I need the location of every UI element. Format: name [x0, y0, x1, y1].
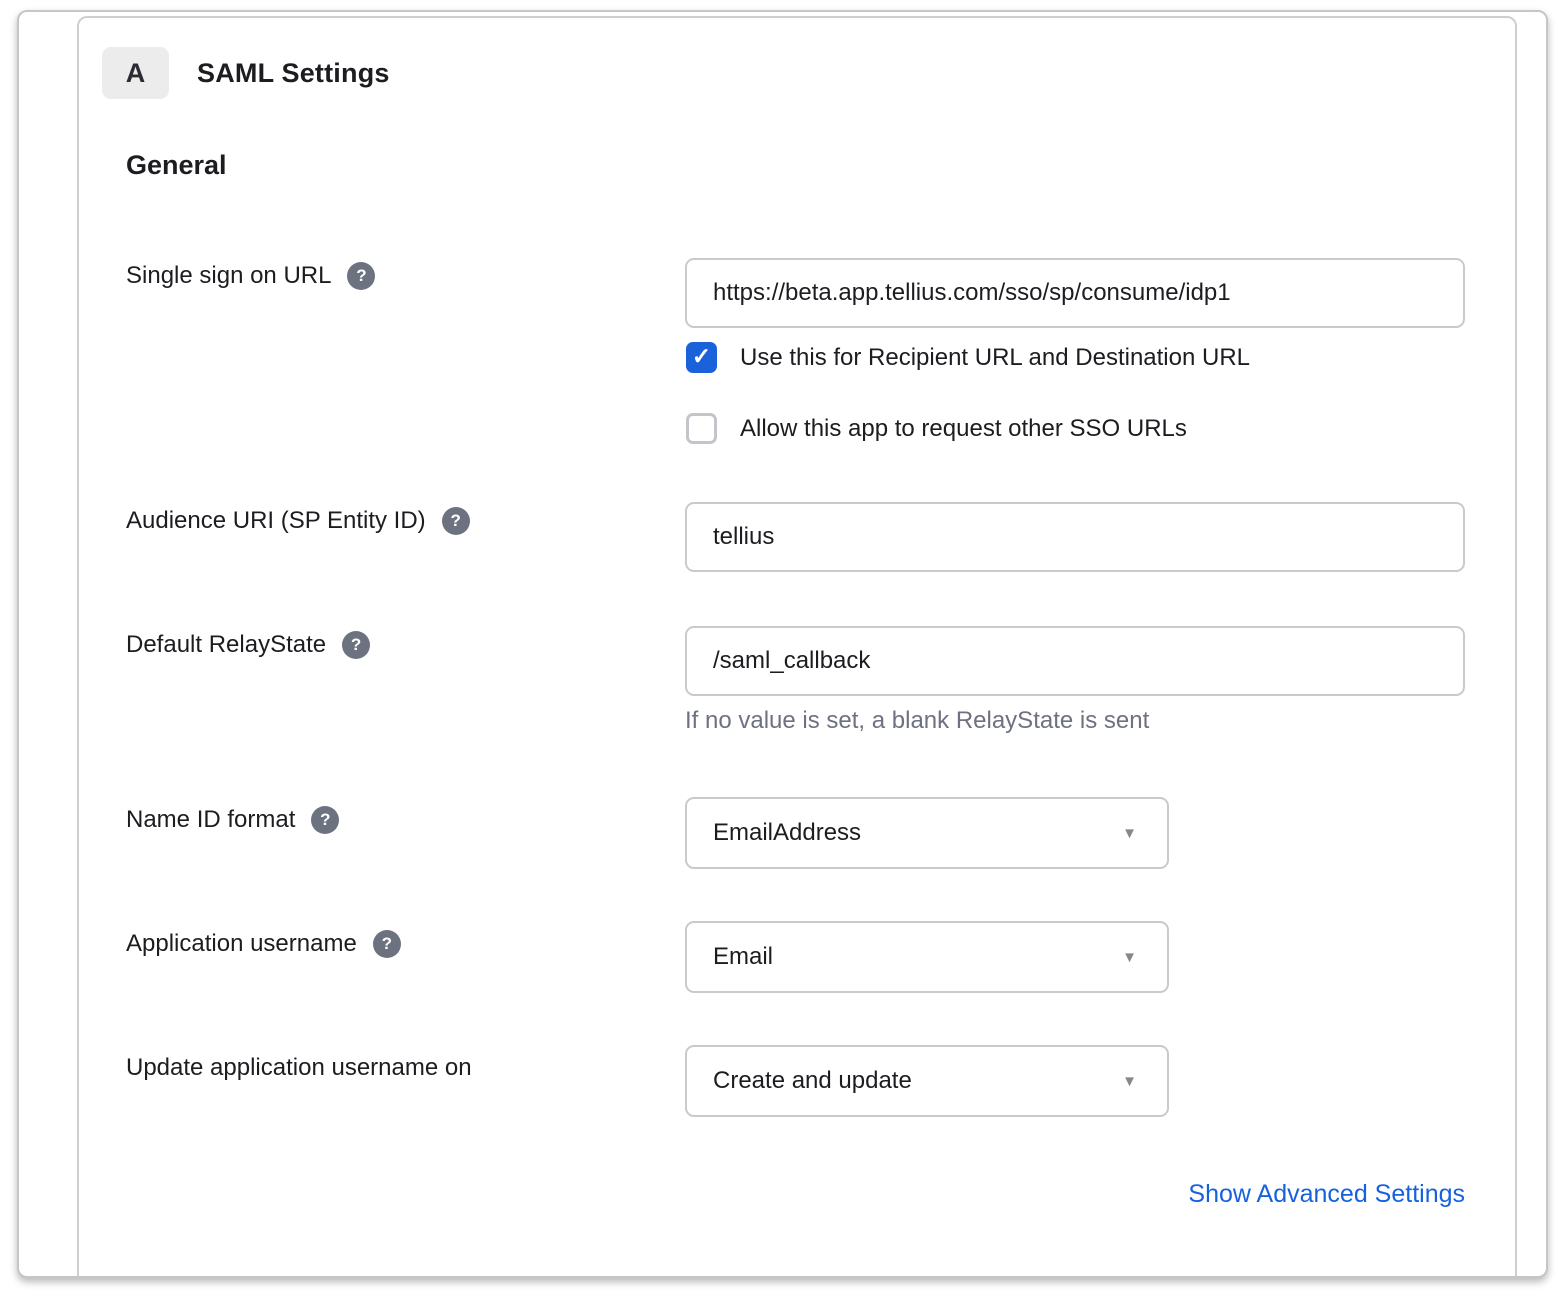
step-letter-badge: A — [102, 47, 169, 99]
help-icon[interactable]: ? — [347, 262, 375, 290]
saml-settings-panel: A SAML Settings General Single sign on U… — [17, 10, 1548, 1278]
chevron-down-icon: ▼ — [1122, 825, 1137, 842]
update-application-username-label: Update application username on — [126, 1054, 472, 1082]
application-username-select[interactable]: Email ▼ — [685, 921, 1169, 993]
checkmark-icon: ✓ — [692, 345, 711, 368]
recipient-url-checkbox-label: Use this for Recipient URL and Destinati… — [740, 344, 1250, 372]
question-mark-glyph: ? — [356, 266, 366, 286]
panel-title: SAML Settings — [197, 47, 390, 99]
name-id-format-select[interactable]: EmailAddress ▼ — [685, 797, 1169, 869]
other-sso-urls-checkbox-label: Allow this app to request other SSO URLs — [740, 415, 1187, 443]
section-heading-general: General — [126, 150, 227, 181]
audience-uri-label: Audience URI (SP Entity ID) — [126, 507, 426, 535]
update-application-username-select[interactable]: Create and update ▼ — [685, 1045, 1169, 1117]
single-sign-on-url-label-row: Single sign on URL ? — [126, 262, 375, 290]
step-letter: A — [126, 58, 146, 89]
other-sso-urls-checkbox[interactable]: ✓ — [686, 413, 717, 444]
chevron-down-icon: ▼ — [1122, 949, 1137, 966]
application-username-label: Application username — [126, 930, 357, 958]
audience-uri-input[interactable] — [685, 502, 1465, 572]
update-application-username-label-row: Update application username on — [126, 1054, 472, 1082]
update-application-username-value: Create and update — [713, 1067, 1122, 1095]
question-mark-glyph: ? — [450, 511, 460, 531]
other-sso-urls-checkbox-row[interactable]: ✓ Allow this app to request other SSO UR… — [686, 413, 1187, 444]
show-advanced-settings-link[interactable]: Show Advanced Settings — [1188, 1180, 1465, 1209]
help-icon[interactable]: ? — [311, 806, 339, 834]
application-username-label-row: Application username ? — [126, 930, 401, 958]
default-relaystate-input[interactable] — [685, 626, 1465, 696]
name-id-format-label-row: Name ID format ? — [126, 806, 339, 834]
default-relaystate-label-row: Default RelayState ? — [126, 631, 370, 659]
name-id-format-value: EmailAddress — [713, 819, 1122, 847]
help-icon[interactable]: ? — [373, 930, 401, 958]
single-sign-on-url-label: Single sign on URL — [126, 262, 331, 290]
recipient-url-checkbox[interactable]: ✓ — [686, 342, 717, 373]
application-username-value: Email — [713, 943, 1122, 971]
default-relaystate-hint: If no value is set, a blank RelayState i… — [685, 707, 1149, 735]
audience-uri-label-row: Audience URI (SP Entity ID) ? — [126, 507, 470, 535]
default-relaystate-label: Default RelayState — [126, 631, 326, 659]
help-icon[interactable]: ? — [442, 507, 470, 535]
chevron-down-icon: ▼ — [1122, 1073, 1137, 1090]
question-mark-glyph: ? — [320, 810, 330, 830]
recipient-url-checkbox-row[interactable]: ✓ Use this for Recipient URL and Destina… — [686, 342, 1250, 373]
question-mark-glyph: ? — [351, 635, 361, 655]
single-sign-on-url-input[interactable] — [685, 258, 1465, 328]
help-icon[interactable]: ? — [342, 631, 370, 659]
saml-settings-card: A SAML Settings General Single sign on U… — [77, 16, 1517, 1278]
name-id-format-label: Name ID format — [126, 806, 295, 834]
question-mark-glyph: ? — [382, 934, 392, 954]
